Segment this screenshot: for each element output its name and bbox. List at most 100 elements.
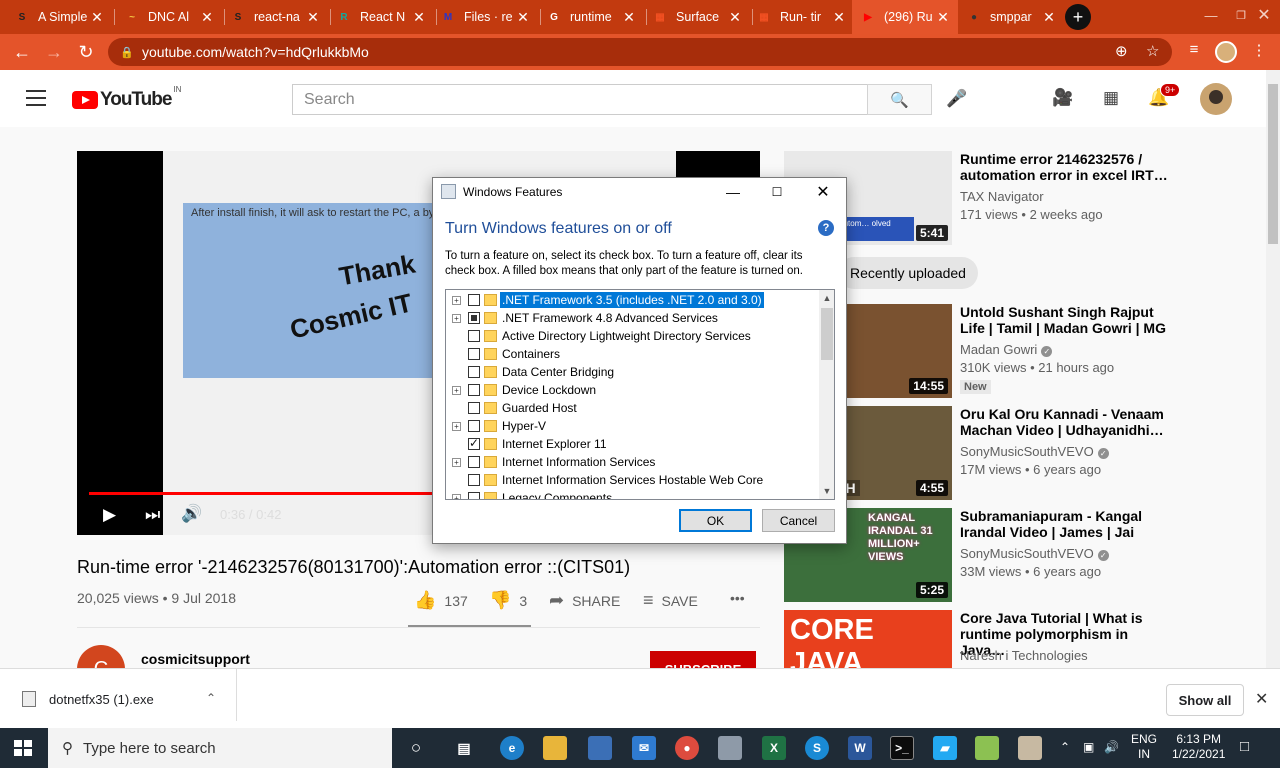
tab-close-icon[interactable]: ✕ [936,9,950,26]
recommended-video[interactable]: KANGAL IRANDAL 31 MILLION+ VIEWS 5:25 Subr… [784,508,1254,602]
recommended-channel[interactable]: SonyMusicSouthVEVO ✓ [960,444,1109,459]
search-button[interactable]: 🔍 [867,84,932,115]
tab-close-icon[interactable]: ✕ [622,9,636,26]
feature-checkbox[interactable] [468,420,480,432]
feature-row[interactable]: + .NET Framework 3.5 (includes .NET 2.0 a… [446,291,821,309]
next-video-icon[interactable]: ⏭ [145,505,160,525]
feature-row[interactable]: + Internet Information Services [446,453,821,471]
feature-checkbox[interactable] [468,492,480,499]
hamburger-menu-icon[interactable] [26,90,46,106]
feature-checkbox[interactable] [468,384,480,396]
new-tab-button[interactable]: + [1065,4,1091,30]
browser-tab[interactable]: ● smppar ✕ [958,0,1064,34]
recommended-video[interactable]: AM MACH4:55Oru Kal Oru Kannadi - Venaam … [784,406,1254,500]
app-icon[interactable] [718,736,742,760]
feature-checkbox[interactable] [468,436,480,450]
scroll-down-icon[interactable]: ▼ [819,483,834,499]
skype-icon[interactable]: S [805,736,829,760]
browser-tab[interactable]: S A Simple ✕ [6,0,112,34]
browser-tab[interactable]: R React N ✕ [328,0,434,34]
browser-tab[interactable]: ▶ (296) Ru ✕ [852,0,958,34]
feature-checkbox[interactable] [468,366,480,378]
tab-close-icon[interactable]: ✕ [516,9,530,26]
clock[interactable]: 6:13 PM 1/22/2021 [1172,732,1225,762]
apps-grid-icon[interactable]: ▦ [1099,88,1123,112]
recommended-video[interactable]: Life of14:55Untold Sushant Singh Rajput … [784,304,1254,398]
youtube-logo[interactable]: YouTube IN [72,85,181,111]
feature-checkbox[interactable] [468,294,480,306]
cancel-button[interactable]: Cancel [762,509,835,532]
create-video-icon[interactable]: 🎥 [1051,88,1075,112]
more-actions-button[interactable]: ••• [730,590,745,606]
add-to-page-icon[interactable]: ⊕ [1115,42,1128,60]
chart-app-icon[interactable] [975,736,999,760]
mail-icon[interactable]: ✉ [632,736,656,760]
volume-tray-icon[interactable]: 🔊 [1104,740,1119,754]
expand-icon[interactable]: + [452,386,461,395]
tab-close-icon[interactable]: ✕ [832,9,846,26]
forward-icon[interactable]: → [42,40,66,64]
dialog-close-button[interactable]: ✕ [800,178,846,206]
features-scrollbar-thumb[interactable] [821,308,833,360]
play-icon[interactable]: ▶ [103,505,116,525]
expand-icon[interactable]: + [452,296,461,305]
vscode-icon[interactable]: ▰ [933,736,957,760]
download-item[interactable]: dotnetfx35 (1).exe [22,691,154,707]
taskbar-search-input[interactable]: ⚲ Type here to search [48,728,392,768]
channel-name[interactable]: cosmicitsupport [141,651,250,667]
back-icon[interactable]: ← [10,40,34,64]
edge-icon[interactable]: e [500,736,524,760]
recently-uploaded-chip[interactable]: Recently uploaded [838,257,978,289]
recommended-channel[interactable]: SonyMusicSouthVEVO ✓ [960,546,1109,561]
language-indicator[interactable]: ENG IN [1131,732,1157,762]
recommended-video-title[interactable]: Oru Kal Oru Kannadi - Venaam Machan Vide… [960,406,1170,438]
expand-icon[interactable]: + [452,314,461,323]
tab-close-icon[interactable]: ✕ [200,9,214,26]
file-explorer-icon[interactable] [543,736,567,760]
page-scrollbar-thumb[interactable] [1268,84,1278,244]
recommended-channel[interactable]: Madan Gowri ✓ [960,342,1053,357]
dialog-minimize-button[interactable]: — [710,178,756,206]
recommended-video-title[interactable]: Untold Sushant Singh Rajput Life | Tamil… [960,304,1170,336]
feature-row[interactable]: + Hyper-V [446,417,821,435]
network-icon[interactable]: ▣ [1083,740,1094,754]
media-control-icon[interactable]: ≡ [1183,41,1205,58]
bookmark-star-icon[interactable]: ☆ [1146,42,1159,60]
tab-close-icon[interactable]: ✕ [728,9,742,26]
volume-icon[interactable]: 🔊 [181,504,202,524]
browser-tab[interactable]: ~ DNC Al ✕ [116,0,222,34]
feature-checkbox[interactable] [468,330,480,342]
expand-icon[interactable]: + [452,458,461,467]
browser-tab[interactable]: ▦ Run- tir ✕ [748,0,854,34]
terminal-icon[interactable]: >_ [890,736,914,760]
browser-tab[interactable]: ▦ Surface ✕ [644,0,750,34]
chevron-up-icon[interactable]: ⌃ [206,691,216,705]
feature-row[interactable]: + Legacy Components [446,489,821,499]
recommended-channel[interactable]: Naresh i Technologies [960,648,1088,663]
reload-icon[interactable]: ↻ [74,40,98,64]
feature-checkbox[interactable] [468,312,480,324]
browser-tab[interactable]: Sreact-na ✕ [222,0,328,34]
tab-close-icon[interactable]: ✕ [90,9,104,26]
feature-row[interactable]: Internet Information Services Hostable W… [446,471,821,489]
page-scrollbar[interactable] [1266,70,1280,668]
ok-button[interactable]: OK [679,509,752,532]
feature-row[interactable]: + Device Lockdown [446,381,821,399]
archive-app-icon[interactable] [1018,736,1042,760]
chrome-menu-icon[interactable]: ⋮ [1248,41,1270,59]
task-view-icon[interactable]: ▤ [452,736,476,760]
like-button[interactable]: 👍 137 [414,590,468,611]
word-icon[interactable]: W [848,736,872,760]
chrome-profile-avatar[interactable] [1215,41,1237,63]
feature-row[interactable]: + .NET Framework 4.8 Advanced Services [446,309,821,327]
scroll-up-icon[interactable]: ▲ [819,290,834,306]
feature-row[interactable]: Data Center Bridging [446,363,821,381]
feature-row[interactable]: Active Directory Lightweight Directory S… [446,327,821,345]
tab-close-icon[interactable]: ✕ [412,9,426,26]
features-scrollbar[interactable]: ▲ ▼ [819,290,834,499]
share-button[interactable]: ➦ SHARE [549,590,620,611]
expand-icon[interactable]: + [452,422,461,431]
close-download-bar-icon[interactable]: ✕ [1255,689,1268,709]
feature-checkbox[interactable] [468,456,480,468]
expand-icon[interactable]: + [452,494,461,499]
